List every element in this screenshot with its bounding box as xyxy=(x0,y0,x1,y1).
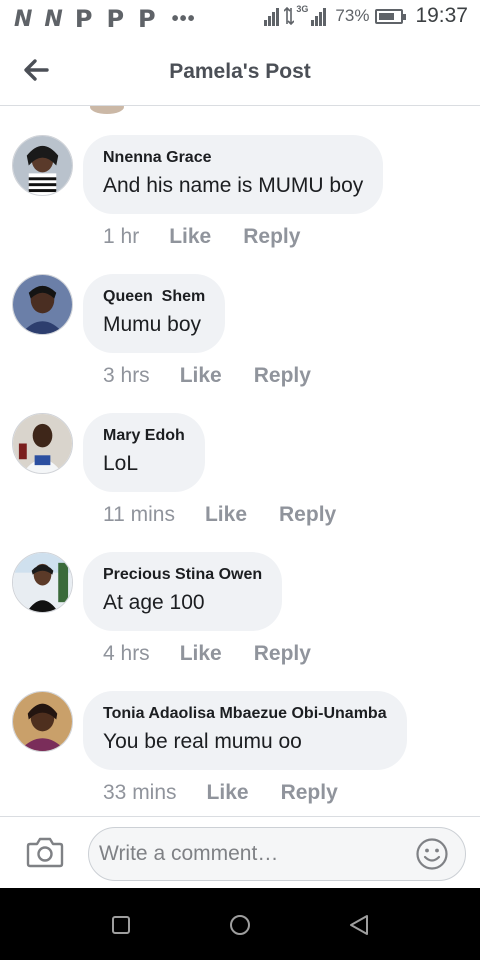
avatar[interactable] xyxy=(12,135,73,196)
comment-author[interactable]: Nnenna Grace xyxy=(103,148,363,168)
reply-button[interactable]: Reply xyxy=(281,781,338,805)
comment-item: Queen Shem Mumu boy 3 hrs Like Reply xyxy=(0,274,480,413)
comment-time[interactable]: 1 hr xyxy=(103,225,139,249)
comment-meta: 4 hrs Like Reply xyxy=(103,642,343,666)
comment-meta: 3 hrs Like Reply xyxy=(103,364,343,388)
comment-item: Tonia Adaolisa Mbaezue Obi-Unamba You be… xyxy=(0,691,480,816)
comment-bubble[interactable]: Tonia Adaolisa Mbaezue Obi-Unamba You be… xyxy=(83,691,407,770)
comment-time[interactable]: 3 hrs xyxy=(103,364,150,388)
partial-avatar xyxy=(90,106,124,114)
profile-photo-icon xyxy=(13,136,72,195)
comment-author[interactable]: Tonia Adaolisa Mbaezue Obi-Unamba xyxy=(103,704,387,724)
profile-photo-icon xyxy=(13,414,72,473)
triangle-back-icon[interactable] xyxy=(346,912,372,938)
comment-input-box[interactable] xyxy=(88,827,466,881)
system-nav-bar xyxy=(0,888,480,960)
like-button[interactable]: Like xyxy=(205,503,247,527)
notification-icon-p2: P xyxy=(106,5,124,33)
avatar[interactable] xyxy=(12,691,73,752)
avatar[interactable] xyxy=(12,413,73,474)
comment-time[interactable]: 11 mins xyxy=(103,503,175,527)
reply-button[interactable]: Reply xyxy=(279,503,336,527)
battery-percent: 73% xyxy=(335,6,370,25)
comment-bubble[interactable]: Nnenna Grace And his name is MUMU boy xyxy=(83,135,384,214)
notification-icon-p1: P xyxy=(74,5,93,33)
comment-text: Mumu boy xyxy=(103,313,202,336)
comment-item: Mary Edoh LoL 11 mins Like Reply xyxy=(0,413,480,552)
comment-item: Precious Stina Owen At age 100 4 hrs Lik… xyxy=(0,552,480,691)
notification-icon-p3: P xyxy=(138,5,156,33)
comment-author[interactable]: Queen Shem xyxy=(103,287,205,307)
comment-input[interactable] xyxy=(99,834,409,874)
battery-icon xyxy=(375,8,407,24)
comment-meta: 33 mins Like Reply xyxy=(103,781,370,805)
comment-text: You be real mumu oo xyxy=(103,730,302,753)
comment-bubble[interactable]: Precious Stina Owen At age 100 xyxy=(83,552,283,631)
like-button[interactable]: Like xyxy=(180,364,222,388)
comment-bubble[interactable]: Mary Edoh LoL xyxy=(83,413,205,492)
status-bar: N N P P P ••• 3G 73% 19:37 xyxy=(0,0,480,38)
profile-photo-icon xyxy=(13,692,72,751)
circle-icon[interactable] xyxy=(227,912,253,938)
comment-bubble[interactable]: Queen Shem Mumu boy xyxy=(83,274,226,353)
comment-time[interactable]: 33 mins xyxy=(103,781,177,805)
notification-icon-n2: N xyxy=(44,6,62,32)
avatar[interactable] xyxy=(12,274,73,335)
comment-text: At age 100 xyxy=(103,591,205,614)
comment-meta: 11 mins Like Reply xyxy=(103,503,368,527)
page-title: Pamela's Post xyxy=(169,60,311,83)
comment-composer xyxy=(0,816,480,888)
profile-photo-icon xyxy=(13,275,72,334)
more-notifications-icon: ••• xyxy=(171,7,196,30)
comment-list[interactable]: Nnenna Grace And his name is MUMU boy 1 … xyxy=(0,106,480,816)
clock: 19:37 xyxy=(415,4,468,27)
profile-photo-icon xyxy=(13,553,72,612)
comment-author[interactable]: Precious Stina Owen xyxy=(103,565,262,585)
reply-button[interactable]: Reply xyxy=(243,225,300,249)
data-transfer-icon xyxy=(284,6,295,26)
avatar[interactable] xyxy=(12,552,73,613)
system-indicators: 3G 73% 19:37 xyxy=(264,4,468,28)
like-button[interactable]: Like xyxy=(207,781,249,805)
camera-icon[interactable] xyxy=(26,835,64,869)
network-type-label: 3G xyxy=(296,4,309,14)
comment-author[interactable]: Mary Edoh xyxy=(103,426,185,446)
smiley-icon[interactable] xyxy=(415,837,449,871)
battery-fill xyxy=(379,12,395,20)
reply-button[interactable]: Reply xyxy=(254,642,311,666)
comment-time[interactable]: 4 hrs xyxy=(103,642,150,666)
signal-icon xyxy=(264,6,280,26)
comment-text: LoL xyxy=(103,452,139,475)
square-icon[interactable] xyxy=(108,912,134,938)
like-button[interactable]: Like xyxy=(169,225,211,249)
signal-icon-2 xyxy=(311,6,327,26)
comment-text: And his name is MUMU boy xyxy=(103,174,364,197)
like-button[interactable]: Like xyxy=(180,642,222,666)
notification-icons: N N P P P ••• xyxy=(14,5,196,33)
app-header: Pamela's Post xyxy=(0,38,480,106)
comment-meta: 1 hr Like Reply xyxy=(103,225,332,249)
reply-button[interactable]: Reply xyxy=(254,364,311,388)
comment-item: Nnenna Grace And his name is MUMU boy 1 … xyxy=(0,135,480,274)
notification-icon-n1: N xyxy=(14,6,32,32)
